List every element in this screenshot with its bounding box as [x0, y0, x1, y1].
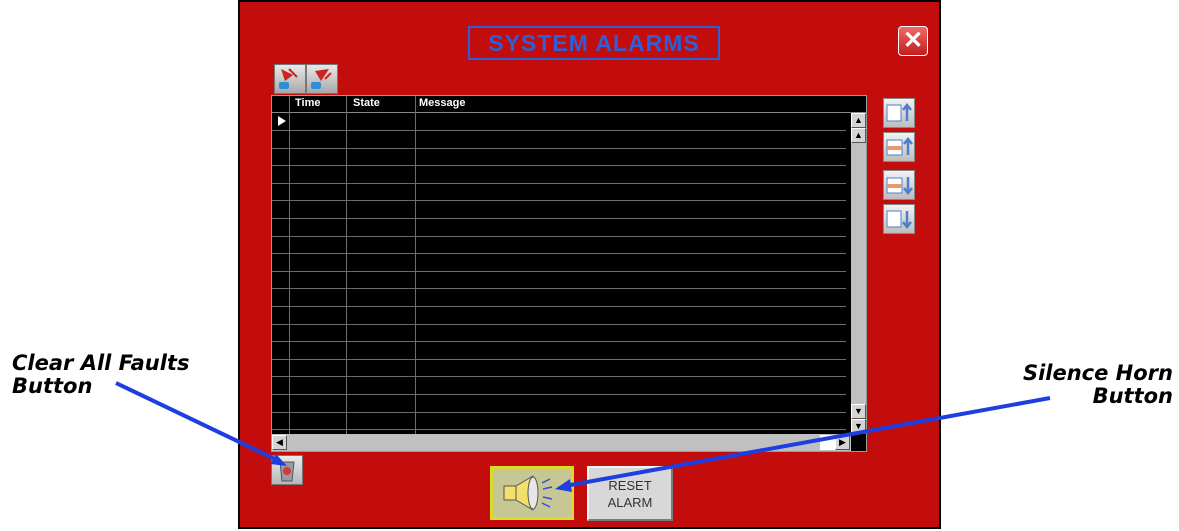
line-down-icon — [886, 177, 913, 196]
table-row[interactable] — [272, 394, 846, 395]
table-row[interactable] — [272, 429, 846, 431]
line-down-button[interactable] — [883, 170, 915, 200]
line-up-button[interactable] — [883, 132, 915, 162]
callout-line: Clear All Faults — [12, 351, 190, 375]
page-down-button[interactable] — [883, 204, 915, 234]
table-row[interactable] — [272, 130, 846, 131]
table-row[interactable] — [272, 182, 846, 184]
scroll-down-button[interactable]: ▼ — [851, 404, 866, 419]
scroll-thumb[interactable] — [820, 435, 835, 450]
alarm-table[interactable]: Time State Message ▲ ▲ ▼ ▼ ◀ ▶ — [271, 95, 867, 452]
table-row[interactable] — [272, 358, 846, 360]
line-up-icon — [886, 136, 913, 156]
reset-alarm-label-line2: ALARM — [607, 494, 653, 510]
alarm-acknowledge-all-button[interactable] — [306, 64, 338, 94]
horizontal-scrollbar[interactable]: ◀ ▶ — [272, 434, 851, 451]
alarm-panel: SYSTEM ALARMS ✕ Time State Message ▲ ▲ ▼… — [238, 0, 941, 529]
speaker-icon — [503, 475, 553, 511]
table-row[interactable] — [272, 253, 846, 255]
scroll-up-button[interactable]: ▲ — [851, 128, 866, 143]
silence-horn-callout: Silence Horn Button — [985, 362, 1173, 408]
clear-all-faults-button[interactable] — [271, 455, 303, 485]
alarm-acknowledge-button[interactable] — [274, 64, 306, 94]
column-header-message: Message — [419, 97, 466, 109]
scroll-left-button[interactable]: ◀ — [272, 435, 287, 450]
page-title: SYSTEM ALARMS — [468, 26, 720, 60]
clear-all-faults-callout: Clear All Faults Button — [12, 352, 189, 398]
page-down-icon — [886, 210, 912, 230]
table-row[interactable] — [272, 288, 846, 290]
scroll-right-button[interactable]: ▶ — [835, 435, 850, 450]
callout-line: Button — [12, 374, 93, 398]
scroll-bottom-button[interactable]: ▼ — [851, 419, 866, 434]
row-pointer-icon — [278, 116, 286, 126]
table-row[interactable] — [272, 235, 846, 237]
callout-line: Silence Horn — [1022, 361, 1173, 385]
callout-line: Button — [1092, 384, 1173, 408]
table-row[interactable] — [272, 306, 846, 307]
close-button[interactable]: ✕ — [898, 26, 928, 56]
table-row[interactable] — [272, 341, 846, 343]
table-header: Time State Message — [272, 96, 866, 113]
table-row[interactable] — [272, 411, 846, 413]
trash-icon — [279, 461, 295, 482]
page-up-icon — [886, 102, 912, 122]
table-row[interactable] — [272, 218, 846, 219]
reset-alarm-button[interactable]: RESET ALARM — [587, 466, 673, 521]
table-row[interactable] — [272, 165, 846, 167]
silence-horn-button[interactable] — [490, 466, 574, 520]
alarm-acknowledge-all-icon — [311, 69, 332, 89]
vertical-scrollbar[interactable]: ▲ ▲ ▼ ▼ — [851, 113, 866, 434]
reset-alarm-label-line1: RESET — [608, 477, 652, 493]
scroll-top-button[interactable]: ▲ — [851, 113, 866, 128]
table-row[interactable] — [272, 376, 846, 378]
table-row[interactable] — [272, 323, 846, 325]
table-row[interactable] — [272, 270, 846, 272]
table-row[interactable] — [272, 147, 846, 149]
page-up-button[interactable] — [883, 98, 915, 128]
alarm-acknowledge-icon — [279, 68, 298, 89]
column-header-time: Time — [295, 97, 321, 109]
table-row[interactable] — [272, 200, 846, 202]
column-header-state: State — [353, 97, 380, 109]
